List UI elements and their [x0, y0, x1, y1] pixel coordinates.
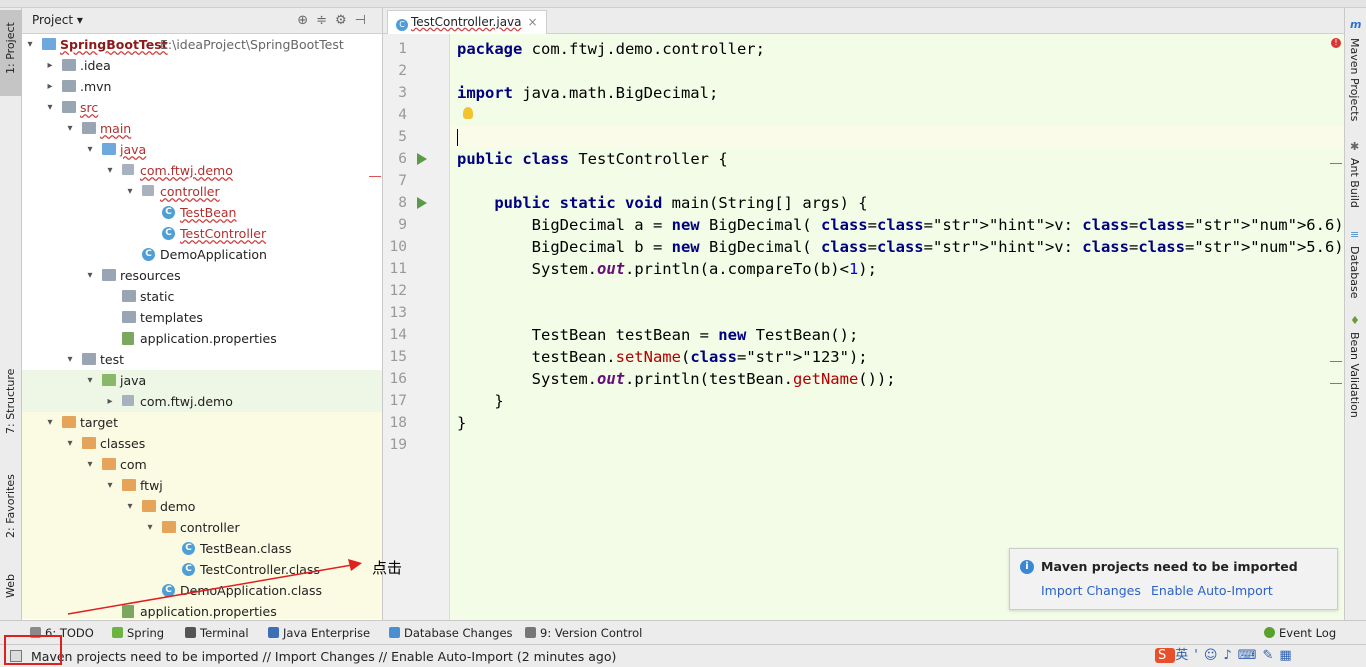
mic-icon[interactable]: ♪: [1223, 648, 1237, 663]
annotation-highlight-box: [4, 635, 62, 665]
database-changes-tool-button[interactable]: Database Changes: [389, 626, 513, 640]
java-enterprise-icon: [268, 627, 279, 638]
database-changes-icon: [389, 627, 400, 638]
status-message[interactable]: Maven projects need to be imported // Im…: [31, 649, 616, 664]
event-log-tool-button[interactable]: Event Log: [1264, 626, 1336, 640]
tools-icon[interactable]: ▦: [1279, 648, 1297, 663]
version-control-tool-button[interactable]: 9: Version Control: [525, 626, 642, 640]
spring-tool-button[interactable]: Spring: [112, 626, 164, 640]
lang-icon[interactable]: 英: [1175, 648, 1194, 663]
ime-toolbar: S 英'☺♪⌨✎▦: [1155, 644, 1298, 663]
terminal-icon: [185, 627, 196, 638]
skin-icon[interactable]: ✎: [1262, 648, 1279, 663]
keyboard-icon[interactable]: ⌨: [1238, 648, 1263, 663]
emoji-icon[interactable]: ☺: [1204, 648, 1224, 663]
terminal-tool-button[interactable]: Terminal: [185, 626, 249, 640]
spring-icon: [112, 627, 123, 638]
annotation-label: 点击: [372, 559, 403, 577]
version-control-icon: [525, 627, 536, 638]
tool-window-bar: 6: TODO Spring Terminal Java Enterprise …: [0, 620, 1366, 644]
event-log-icon: [1264, 627, 1275, 638]
annotation-arrow: [67, 559, 362, 615]
punct-icon[interactable]: ': [1194, 648, 1204, 663]
java-enterprise-tool-button[interactable]: Java Enterprise: [268, 626, 370, 640]
sogou-icon[interactable]: S: [1155, 648, 1176, 663]
